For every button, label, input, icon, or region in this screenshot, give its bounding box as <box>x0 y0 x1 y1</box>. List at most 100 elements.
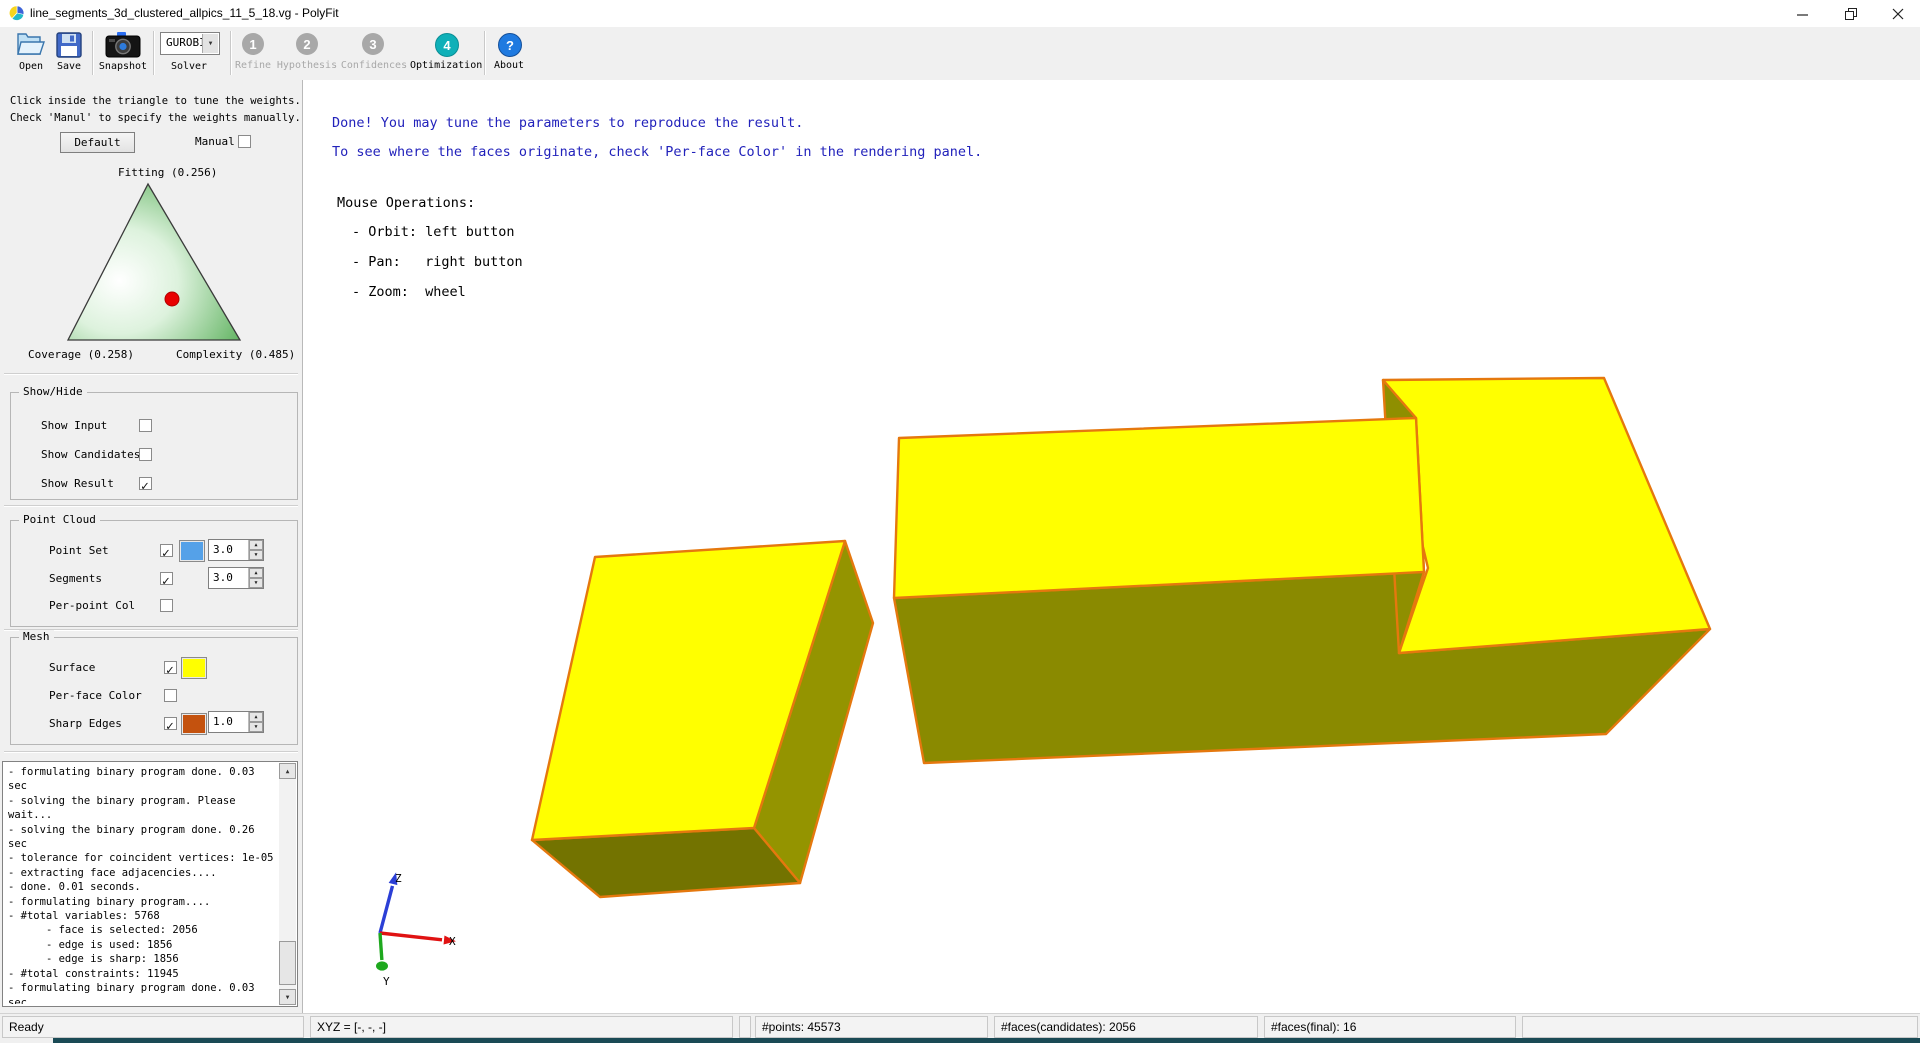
about-glyph: ? <box>506 38 514 53</box>
close-button[interactable] <box>1876 0 1920 27</box>
point-cloud-group: Point Cloud Point Set 3.0 ▲▼ Segments 3.… <box>10 520 298 627</box>
open-label: Open <box>12 61 50 72</box>
axis-y-label: Y <box>383 975 390 988</box>
per-face-color-label: Per-face Color <box>49 689 142 702</box>
point-set-checkbox[interactable] <box>160 544 173 557</box>
default-button[interactable]: Default <box>60 132 135 153</box>
axis-y-line <box>380 933 382 960</box>
per-face-color-checkbox[interactable] <box>164 689 177 702</box>
show-result-checkbox[interactable] <box>139 477 152 490</box>
coverage-label: Coverage (0.258) <box>28 348 134 361</box>
show-candidates-checkbox[interactable] <box>139 448 152 461</box>
panel-divider <box>4 505 298 507</box>
toolbar-separator <box>92 31 94 75</box>
polyfit-window: line_segments_3d_clustered_allpics_11_5_… <box>0 0 1920 1043</box>
save-button[interactable]: Save <box>50 30 88 78</box>
weights-triangle-shape[interactable] <box>68 184 240 340</box>
toolbar: Open Save Snapshot <box>0 27 1920 81</box>
surface-label: Surface <box>49 661 95 674</box>
scene-svg[interactable]: ZXY <box>303 80 1920 1013</box>
open-button[interactable]: Open <box>12 30 50 78</box>
segments-checkbox[interactable] <box>160 572 173 585</box>
spinner-up-icon[interactable]: ▲ <box>249 568 263 578</box>
confidences-button[interactable]: 3 Confidences <box>340 33 408 79</box>
hypothesis-label: Hypothesis <box>275 60 339 71</box>
app-logo-icon <box>9 5 25 21</box>
snapshot-label: Snapshot <box>98 61 148 72</box>
status-faces-final: #faces(final): 16 <box>1264 1016 1516 1038</box>
spinner-down-icon[interactable]: ▼ <box>249 550 263 560</box>
hypothesis-button[interactable]: 2 Hypothesis <box>275 33 339 79</box>
confidences-step-icon: 3 <box>362 33 384 55</box>
toolbar-separator <box>153 31 155 75</box>
show-input-label: Show Input <box>41 419 107 432</box>
title-bar: line_segments_3d_clustered_allpics_11_5_… <box>0 0 1920 28</box>
surface-color-swatch[interactable] <box>181 657 207 679</box>
scroll-down-icon[interactable]: ▼ <box>279 989 296 1005</box>
sharp-edges-checkbox[interactable] <box>164 717 177 730</box>
axis-z-line <box>380 886 392 933</box>
left-panel: Click inside the triangle to tune the we… <box>0 80 303 1013</box>
mesh-group: Mesh Surface Per-face Color Sharp Edges … <box>10 637 298 745</box>
status-faces-candidates: #faces(candidates): 2056 <box>994 1016 1258 1038</box>
manual-label: Manual <box>195 135 235 148</box>
sharp-edges-width-value: 1.0 <box>213 715 233 728</box>
close-icon <box>1892 8 1904 20</box>
status-points: #points: 45573 <box>755 1016 988 1038</box>
open-folder-icon <box>15 32 47 58</box>
show-candidates-label: Show Candidates <box>41 448 140 461</box>
per-point-color-label: Per-point Col <box>49 599 135 612</box>
spinner-up-icon[interactable]: ▲ <box>249 712 263 722</box>
refine-button[interactable]: 1 Refine <box>225 33 281 79</box>
point-cloud-title: Point Cloud <box>19 513 100 526</box>
weights-hint-1: Click inside the triangle to tune the we… <box>10 95 301 107</box>
panel-divider <box>4 373 298 375</box>
restore-button[interactable] <box>1829 0 1873 27</box>
per-point-color-checkbox[interactable] <box>160 599 173 612</box>
point-set-size-value: 3.0 <box>213 543 233 556</box>
spinner-down-icon[interactable]: ▼ <box>249 578 263 588</box>
weights-marker[interactable] <box>165 292 179 306</box>
about-icon: ? <box>498 33 522 57</box>
confidences-label: Confidences <box>340 60 408 71</box>
point-set-color-swatch[interactable] <box>179 540 205 562</box>
weights-hint-2: Check 'Manul' to specify the weights man… <box>10 112 301 124</box>
axis-z-label: Z <box>395 872 402 885</box>
confidences-step-number: 3 <box>369 37 376 52</box>
refine-step-icon: 1 <box>242 33 264 55</box>
sharp-edges-color-swatch[interactable] <box>181 713 207 735</box>
sharp-edges-width-spinner[interactable]: 1.0 ▲▼ <box>208 711 264 733</box>
axis-x-line <box>380 933 442 940</box>
show-hide-title: Show/Hide <box>19 385 87 398</box>
segments-size-spinner[interactable]: 3.0 ▲▼ <box>208 567 264 589</box>
weights-triangle[interactable] <box>40 178 262 350</box>
sharp-edges-label: Sharp Edges <box>49 717 122 730</box>
optimization-step-icon: 4 <box>435 33 459 57</box>
axis-y-ball <box>376 961 388 970</box>
about-button[interactable]: ? About <box>490 33 528 79</box>
manual-checkbox[interactable] <box>238 135 251 148</box>
snapshot-camera-icon <box>105 31 141 59</box>
hypothesis-step-number: 2 <box>303 37 310 52</box>
window-title: line_segments_3d_clustered_allpics_11_5_… <box>30 6 339 20</box>
viewport-canvas[interactable]: Done! You may tune the parameters to rep… <box>303 80 1920 1013</box>
status-xyz: XYZ = [-, -, -] <box>310 1016 733 1038</box>
scrollbar-thumb[interactable] <box>279 941 296 985</box>
surface-checkbox[interactable] <box>164 661 177 674</box>
scroll-up-icon[interactable]: ▲ <box>279 763 296 779</box>
hypothesis-step-icon: 2 <box>296 33 318 55</box>
solver-dropdown[interactable]: GUROBI ▼ <box>160 32 220 55</box>
show-input-checkbox[interactable] <box>139 419 152 432</box>
optimization-button[interactable]: 4 Optimization <box>410 33 482 79</box>
spinner-down-icon[interactable]: ▼ <box>249 722 263 732</box>
minimize-button[interactable] <box>1781 0 1825 27</box>
log-output-box[interactable]: - formulating binary program done. 0.03 … <box>2 761 298 1007</box>
point-set-size-spinner[interactable]: 3.0 ▲▼ <box>208 539 264 561</box>
complexity-label: Complexity (0.485) <box>176 348 295 361</box>
window-bottom-edge <box>53 1038 1920 1043</box>
solver-dropdown-arrow-icon[interactable]: ▼ <box>202 34 218 53</box>
log-scrollbar[interactable]: ▲ ▼ <box>279 763 296 1005</box>
snapshot-button[interactable]: Snapshot <box>98 30 148 78</box>
spinner-up-icon[interactable]: ▲ <box>249 540 263 550</box>
status-ready: Ready <box>2 1016 304 1038</box>
